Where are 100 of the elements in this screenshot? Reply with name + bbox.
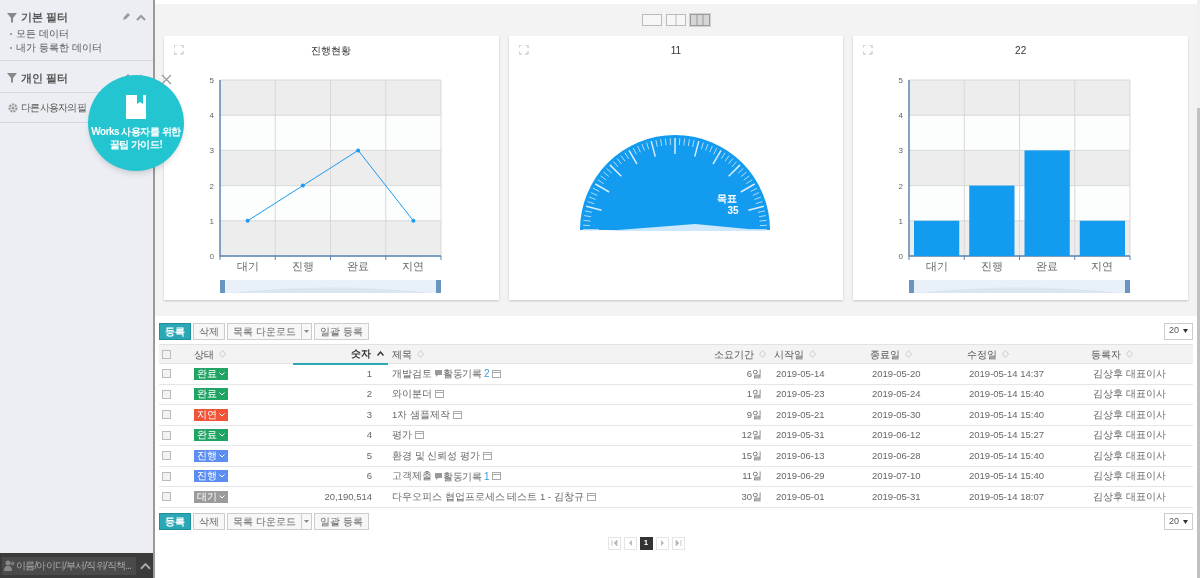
title-link[interactable]: 개발검토 [392, 366, 432, 381]
sort-icon [417, 350, 424, 358]
checkbox[interactable] [162, 410, 171, 420]
caret-icon [303, 329, 309, 333]
title-link[interactable]: 1차 샘플제작 [392, 407, 450, 422]
checkbox[interactable] [162, 389, 171, 399]
title-link[interactable]: 평가 [392, 428, 412, 443]
column-header[interactable]: 숫자 [293, 344, 388, 364]
column-header[interactable]: 소요기간 [700, 344, 770, 364]
column-header[interactable]: 수정일 [963, 344, 1087, 364]
checkbox[interactable] [162, 451, 171, 461]
chevron-icon [219, 412, 225, 417]
axis-label: 0 [898, 252, 904, 261]
checkbox[interactable] [162, 492, 171, 502]
first-page-button[interactable] [607, 536, 621, 550]
filter-item[interactable]: 모든 데이터 [16, 27, 69, 40]
previous-button[interactable] [623, 536, 637, 550]
chevron-icon [219, 474, 225, 479]
axis-label: 대기 [236, 260, 259, 272]
table-cell: 5 [293, 445, 388, 466]
filter-item[interactable]: 내가 등록한 데이터 [16, 41, 102, 54]
filter-icon [7, 72, 17, 84]
status-dropdown[interactable]: 지연 [194, 408, 228, 421]
table-cell: 2019-05-14 15:40 [963, 384, 1087, 405]
expand-icon [174, 45, 184, 55]
page-button[interactable]: 1 [639, 536, 653, 550]
table-cell: 2019-06-28 [866, 445, 963, 466]
layout-button[interactable] [665, 13, 687, 27]
title-link[interactable]: 와이분더 [392, 387, 432, 402]
table-cell: 김상후 대표이사 [1087, 404, 1193, 425]
window-icon [415, 431, 424, 440]
layout-button[interactable] [641, 13, 663, 27]
layout-button[interactable] [689, 13, 711, 27]
close-icon [161, 74, 172, 85]
book-icon [126, 95, 146, 119]
column-header[interactable]: 제목 [388, 344, 700, 364]
axis-label: 4 [209, 111, 214, 121]
page-size-select[interactable]: 20 [1164, 513, 1193, 530]
checkbox[interactable] [162, 369, 171, 379]
sort-icon [905, 350, 912, 358]
table-cell: 2019-05-14 14:37 [963, 363, 1087, 384]
toolbar-button[interactable]: 일괄 등록 [313, 322, 369, 340]
page-size-select[interactable]: 20 [1164, 322, 1193, 340]
axis-label: 2 [209, 181, 214, 191]
gauge-value: 35 [727, 205, 739, 216]
toolbar-button[interactable]: 삭제 [193, 513, 225, 530]
next-button[interactable] [655, 536, 669, 550]
next-icon [658, 540, 666, 546]
checkbox[interactable] [162, 349, 171, 359]
scrollbar-thumb[interactable] [1197, 108, 1200, 578]
column-header[interactable]: 상태 [190, 344, 293, 364]
axis-label: 3 [898, 146, 904, 156]
table-cell: 2019-05-14 18:07 [963, 486, 1087, 507]
activity-link[interactable]: 활동기록 1 [435, 468, 490, 484]
title-link[interactable]: 다우오피스 협업프로세스 테스트 1 - 김창규 [392, 489, 584, 504]
first-page-icon [610, 540, 618, 546]
filter-item[interactable]: 다른 사용자의 필 [21, 100, 86, 115]
toolbar-button[interactable]: 삭제 [193, 322, 225, 340]
table-cell: 2019-05-14 15:40 [963, 445, 1087, 466]
people-icon [4, 560, 15, 571]
chevron-icon [219, 433, 225, 438]
table-cell: 2019-05-20 [866, 363, 963, 384]
table-cell: 2019-05-21 [770, 404, 866, 425]
chevron-icon [219, 371, 225, 376]
table-cell: 2019-05-14 [770, 363, 866, 384]
column-header[interactable]: 등록자 [1087, 344, 1193, 364]
point [356, 148, 361, 153]
expand-icon [140, 561, 151, 570]
table-cell: 김상후 대표이사 [1087, 363, 1193, 384]
table-cell: 2019-07-10 [866, 466, 963, 487]
dropdown-toggle[interactable] [300, 514, 311, 529]
checkbox[interactable] [162, 471, 171, 481]
checkbox[interactable] [162, 430, 171, 440]
table-cell: 1 [293, 363, 388, 384]
expand-icon [863, 45, 874, 55]
title-link[interactable]: 환경 및 신뢰성 평가 [392, 448, 480, 463]
table-cell: 30일 [700, 486, 770, 507]
activity-link[interactable]: 활동기록 2 [435, 366, 490, 382]
column-header[interactable]: 종료일 [866, 344, 963, 364]
table-cell: 20,190,514 [293, 486, 388, 507]
table-cell: 김상후 대표이사 [1087, 425, 1193, 446]
sort-icon [809, 350, 816, 358]
range-navigator[interactable] [909, 280, 1131, 293]
bar [969, 185, 1015, 256]
caret-icon [1183, 329, 1188, 333]
column-header[interactable]: 시작일 [770, 344, 866, 364]
dropdown-toggle[interactable] [300, 323, 311, 339]
table-cell: 6일 [700, 363, 770, 384]
toolbar-button[interactable]: 일괄 등록 [313, 513, 369, 530]
collapse-icon [136, 13, 146, 21]
bar [914, 220, 960, 256]
search-field[interactable]: 이름/아이디/부서/직위/직책... [2, 556, 136, 575]
card-title: 진행현황 [310, 44, 353, 58]
last-page-button[interactable] [671, 536, 685, 550]
table-cell: 김상후 대표이사 [1087, 466, 1193, 487]
caret-icon [303, 520, 309, 523]
table-cell: 4 [293, 425, 388, 446]
range-navigator[interactable] [220, 280, 441, 293]
axis-label: 지연 [1091, 260, 1114, 272]
title-link[interactable]: 고객제출 [392, 469, 432, 484]
